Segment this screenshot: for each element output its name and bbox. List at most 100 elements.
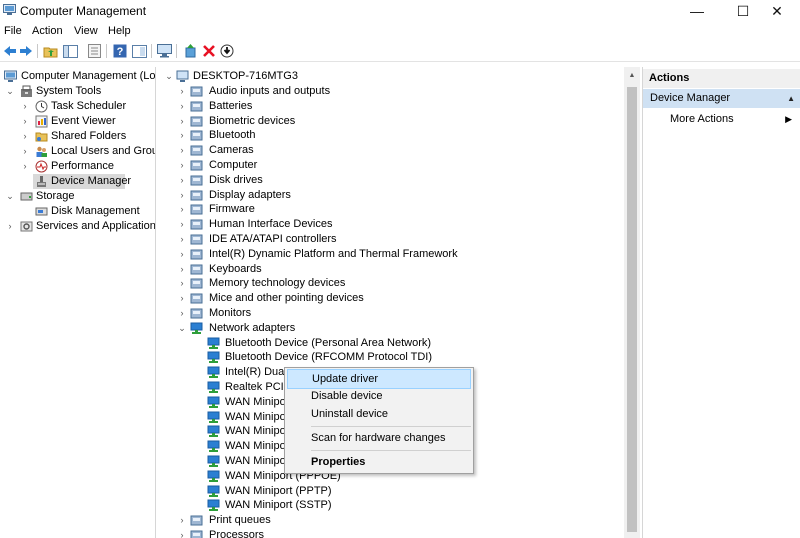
expand-icon[interactable]: › [177, 173, 187, 188]
collapse-icon[interactable]: ⌄ [5, 84, 15, 99]
storage-icon [20, 192, 33, 201]
expand-icon[interactable]: › [20, 159, 30, 174]
expand-icon[interactable]: › [177, 528, 187, 538]
properties-menu-item[interactable]: Properties [287, 452, 471, 472]
expand-icon[interactable]: › [20, 144, 30, 159]
tree-item-shared-folders[interactable]: › Shared Folders [0, 129, 155, 144]
device-category[interactable]: › Audio inputs and outputs [160, 84, 620, 99]
expand-icon[interactable]: › [177, 217, 187, 232]
network-adapter-item[interactable]: Bluetooth Device (RFCOMM Protocol TDI) [160, 350, 620, 365]
menu-view[interactable]: View [74, 25, 98, 37]
tree-storage[interactable]: ⌄ Storage [0, 189, 155, 204]
collapse-icon[interactable]: ⌄ [5, 189, 15, 204]
tree-item-disk-management[interactable]: Disk Management [0, 204, 155, 219]
device-category[interactable]: › Memory technology devices [160, 276, 620, 291]
device-category[interactable]: › Firmware [160, 202, 620, 217]
tree-item-performance[interactable]: › Performance [0, 159, 155, 174]
toolbar-separator [151, 44, 152, 58]
menu-action[interactable]: Action [32, 25, 63, 37]
device-category[interactable]: › Biometric devices [160, 114, 620, 129]
device-category[interactable]: › Bluetooth [160, 128, 620, 143]
tree-item-local-users[interactable]: › Local Users and Groups [0, 144, 155, 159]
expand-icon[interactable]: › [177, 114, 187, 129]
up-folder-icon[interactable] [42, 43, 58, 59]
scrollbar-thumb[interactable] [627, 87, 637, 532]
expand-icon[interactable]: › [5, 219, 15, 234]
device-category-icon [190, 234, 203, 245]
uninstall-device-menu-item[interactable]: Uninstall device [287, 404, 471, 424]
export-list-icon[interactable] [86, 43, 102, 59]
properties-icon[interactable] [131, 43, 147, 59]
expand-icon[interactable]: › [177, 232, 187, 247]
expand-icon[interactable]: › [20, 114, 30, 129]
expand-icon[interactable]: › [177, 291, 187, 306]
tree-item-device-manager[interactable]: Device Manager [0, 174, 155, 189]
network-adapter-item[interactable]: Bluetooth Device (Personal Area Network) [160, 336, 620, 351]
expand-icon[interactable]: › [177, 276, 187, 291]
collapse-up-icon[interactable]: ▲ [787, 89, 795, 108]
minimize-button[interactable]: — [674, 0, 720, 22]
network-adapter-icon [207, 396, 220, 408]
device-category[interactable]: › Print queues [160, 513, 620, 528]
device-category[interactable]: › Processors [160, 528, 620, 538]
network-adapter-item[interactable]: WAN Miniport (PPTP) [160, 484, 620, 499]
svg-text:?: ? [117, 46, 124, 58]
device-category[interactable]: › Cameras [160, 143, 620, 158]
expand-icon[interactable]: › [20, 129, 30, 144]
tree-item-task-scheduler[interactable]: › Task Scheduler [0, 99, 155, 114]
expand-icon[interactable]: › [177, 262, 187, 277]
tree-item-event-viewer[interactable]: › Event Viewer [0, 114, 155, 129]
expand-icon[interactable]: › [177, 128, 187, 143]
device-category[interactable]: › IDE ATA/ATAPI controllers [160, 232, 620, 247]
disable-device-menu-item[interactable]: Disable device [287, 386, 471, 406]
device-category-icon [190, 101, 203, 112]
scan-hardware-menu-item[interactable]: Scan for hardware changes [287, 428, 471, 448]
collapse-icon[interactable]: ⌄ [177, 321, 187, 336]
device-tree-root[interactable]: ⌄ DESKTOP-716MTG3 [160, 69, 620, 84]
device-category-network-adapters[interactable]: ⌄ Network adapters [160, 321, 620, 336]
device-category[interactable]: › Disk drives [160, 173, 620, 188]
device-category[interactable]: › Keyboards [160, 262, 620, 277]
device-category[interactable]: › Human Interface Devices [160, 217, 620, 232]
actions-device-manager-section[interactable]: Device Manager ▲ [643, 89, 800, 108]
menu-file[interactable]: File [4, 25, 22, 37]
tree-services[interactable]: › Services and Applications [0, 219, 156, 234]
tree-label: Device Manager [51, 175, 132, 187]
expand-icon[interactable]: › [177, 84, 187, 99]
network-adapter-item[interactable]: WAN Miniport (SSTP) [160, 498, 620, 513]
device-category[interactable]: › Computer [160, 158, 620, 173]
device-category[interactable]: › Mice and other pointing devices [160, 291, 620, 306]
download-icon[interactable] [219, 43, 235, 59]
expand-icon[interactable]: › [177, 188, 187, 203]
collapse-icon[interactable]: ⌄ [164, 69, 174, 84]
expand-icon[interactable]: › [177, 513, 187, 528]
device-category[interactable]: › Display adapters [160, 188, 620, 203]
vertical-scrollbar[interactable]: ▲ [624, 67, 640, 538]
expand-icon[interactable]: › [177, 306, 187, 321]
help-icon[interactable]: ? [112, 43, 128, 59]
device-label: Batteries [209, 99, 253, 112]
expand-icon[interactable]: › [177, 158, 187, 173]
back-icon[interactable] [2, 43, 18, 59]
expand-icon[interactable]: › [177, 202, 187, 217]
close-button[interactable]: ✕ [754, 0, 800, 22]
monitor-icon[interactable] [156, 43, 172, 59]
tree-root[interactable]: Computer Management (Local [0, 69, 155, 84]
device-category[interactable]: › Intel(R) Dynamic Platform and Thermal F… [160, 247, 620, 262]
forward-icon[interactable] [18, 43, 34, 59]
show-hide-tree-icon[interactable] [62, 43, 78, 59]
expand-icon[interactable]: › [177, 99, 187, 114]
expand-icon[interactable]: › [20, 99, 30, 114]
expand-icon[interactable]: › [177, 247, 187, 262]
actions-section-label: Device Manager [650, 92, 731, 104]
more-actions-item[interactable]: More Actions ▶ [670, 110, 798, 128]
tree-system-tools[interactable]: ⌄ System Tools [0, 84, 155, 99]
expand-icon[interactable]: › [177, 143, 187, 158]
device-category-icon [190, 308, 203, 319]
device-category[interactable]: › Batteries [160, 99, 620, 114]
device-category[interactable]: › Monitors [160, 306, 620, 321]
uninstall-icon[interactable] [201, 43, 217, 59]
add-driver-icon[interactable] [182, 43, 198, 59]
menu-help[interactable]: Help [108, 25, 131, 37]
scroll-up-icon[interactable]: ▲ [624, 67, 640, 83]
